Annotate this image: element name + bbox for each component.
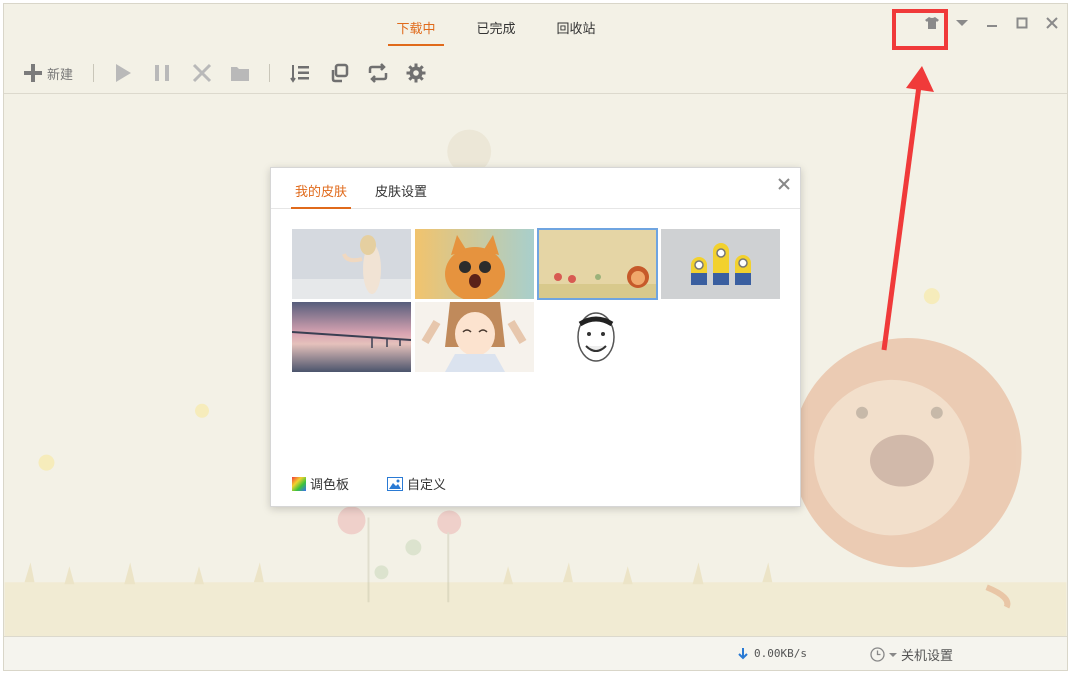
download-speed-value: 0.00KB/s — [754, 647, 807, 660]
download-speed: 0.00KB/s — [738, 647, 807, 660]
sort-list-button[interactable] — [290, 62, 310, 84]
chevron-down-icon — [889, 652, 897, 657]
toolbar: 新建 — [4, 50, 1067, 94]
maximize-icon[interactable] — [1010, 12, 1034, 34]
copy-window-icon — [331, 63, 349, 83]
dialog-close-icon[interactable] — [776, 176, 792, 192]
settings-button[interactable] — [406, 62, 426, 84]
shutdown-settings-label: 关机设置 — [901, 649, 954, 664]
color-palette-icon — [292, 476, 306, 491]
start-button[interactable] — [114, 62, 132, 84]
pause-icon — [155, 65, 169, 81]
meme-face-skin[interactable] — [538, 302, 657, 372]
refresh-button[interactable] — [367, 62, 389, 84]
tab-downloading[interactable]: 下载中 — [388, 18, 444, 46]
open-folder-button[interactable] — [230, 62, 250, 84]
list-sort-icon — [290, 65, 309, 83]
skin-dialog: 我的皮肤 皮肤设置 调色板 自定义 — [270, 167, 801, 507]
minimize-icon[interactable] — [980, 12, 1004, 34]
toolbar-divider — [93, 64, 94, 82]
toolbar-divider — [269, 64, 270, 82]
color-palette-label: 调色板 — [310, 478, 350, 493]
tab-completed[interactable]: 已完成 — [476, 18, 516, 46]
image-icon — [387, 476, 403, 491]
skin-button-highlight — [892, 9, 948, 50]
skin-dialog-tabs: 我的皮肤 皮肤设置 — [271, 168, 800, 209]
plus-icon — [24, 64, 42, 82]
new-task-label: 新建 — [47, 67, 74, 83]
woman-skin[interactable] — [292, 229, 411, 299]
custom-skin-button[interactable]: 自定义 — [387, 474, 446, 493]
copy-window-button[interactable] — [329, 62, 349, 84]
tab-recycle-bin[interactable]: 回收站 — [556, 18, 596, 46]
shutdown-settings-button[interactable]: 关机设置 — [870, 645, 953, 664]
folder-icon — [231, 67, 249, 81]
color-palette-button[interactable]: 调色板 — [292, 474, 349, 493]
minions-skin[interactable] — [661, 229, 780, 299]
custom-skin-label: 自定义 — [407, 478, 447, 493]
anime-girl-skin[interactable] — [415, 302, 534, 372]
clock-icon — [870, 647, 885, 662]
new-task-button[interactable]: 新建 — [23, 62, 73, 84]
pause-button[interactable] — [153, 62, 171, 84]
delete-icon — [192, 63, 212, 83]
close-icon[interactable] — [1040, 12, 1064, 34]
dropdown-icon[interactable] — [950, 12, 974, 34]
gear-icon — [406, 63, 426, 83]
delete-button[interactable] — [192, 62, 212, 84]
tab-skin-settings[interactable]: 皮肤设置 — [375, 181, 427, 209]
app-window: 下载中 已完成 回收站 新建 我的皮肤 皮肤设置 调色板 自定义 0.00KB/… — [3, 3, 1068, 671]
play-icon — [116, 64, 131, 82]
status-bar: 0.00KB/s 关机设置 — [4, 636, 1067, 670]
kitten-skin[interactable] — [415, 229, 534, 299]
lion-skin[interactable] — [537, 228, 658, 300]
tab-my-skins[interactable]: 我的皮肤 — [290, 181, 352, 209]
refresh-icon — [368, 63, 388, 83]
bridge-skin[interactable] — [292, 302, 411, 372]
download-arrow-icon — [738, 647, 748, 659]
